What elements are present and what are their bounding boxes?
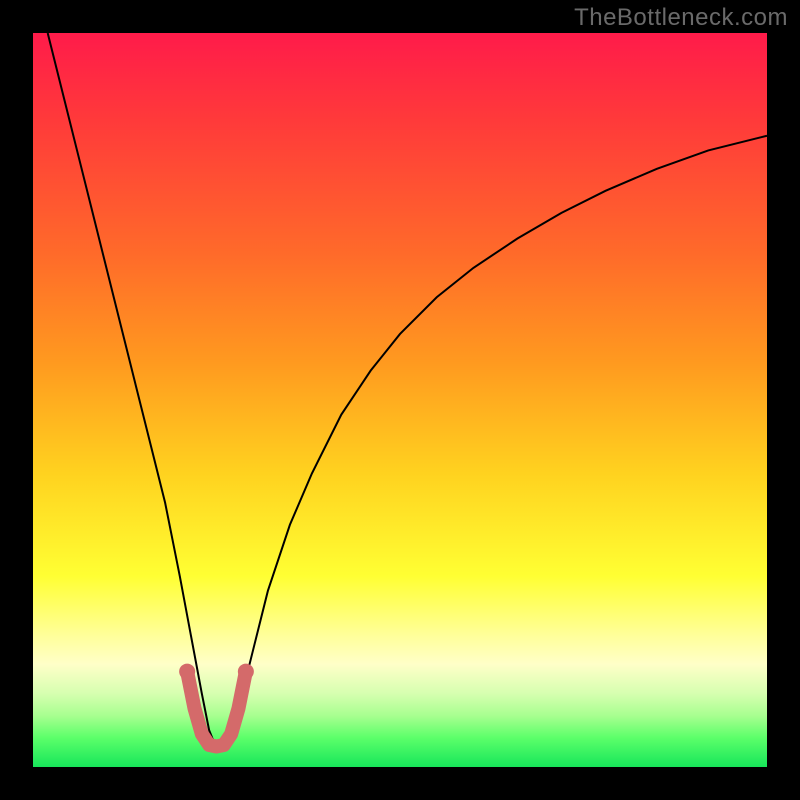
chart-frame: TheBottleneck.com: [0, 0, 800, 800]
trough-end-dot: [179, 664, 195, 680]
bottleneck-chart: [0, 0, 800, 800]
trough-end-dot: [238, 664, 254, 680]
plot-background: [33, 33, 767, 767]
watermark-text: TheBottleneck.com: [574, 4, 788, 32]
